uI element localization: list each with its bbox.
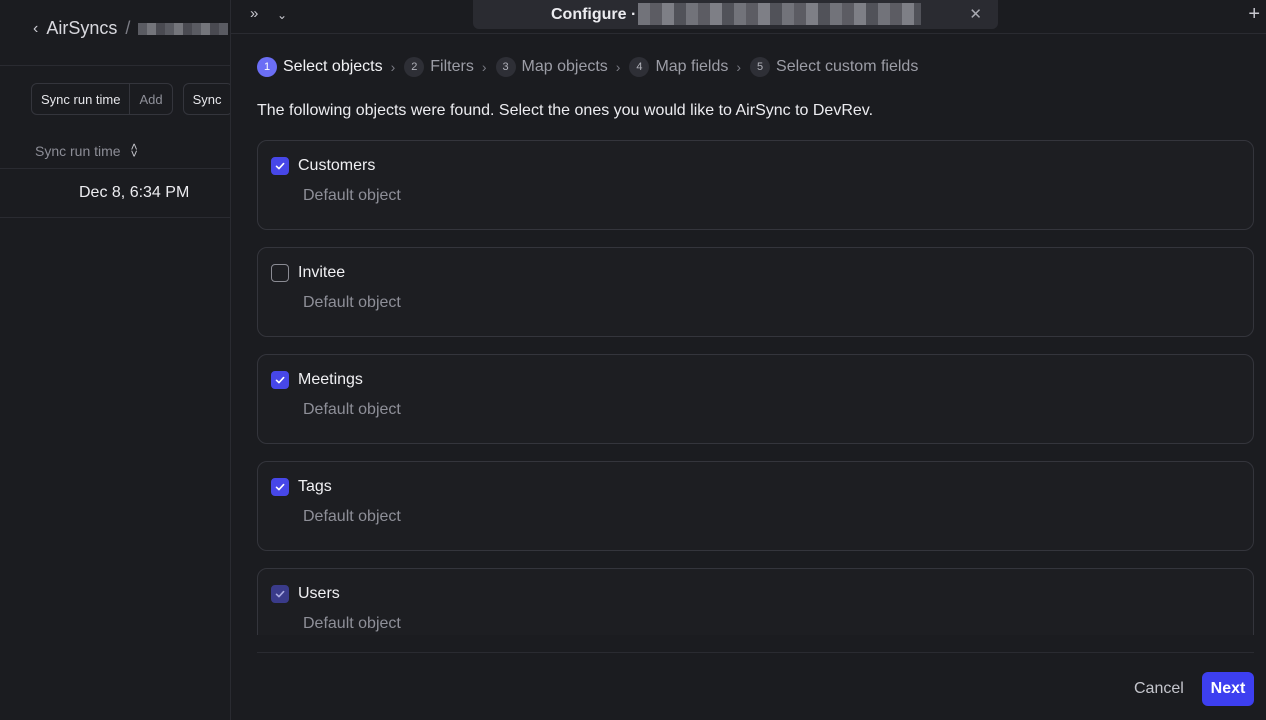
configure-tab[interactable]: Configure · ✕ xyxy=(473,0,998,29)
redacted-title xyxy=(638,3,921,25)
checkbox-customers[interactable] xyxy=(271,157,289,175)
chevron-right-icon: › xyxy=(736,59,742,75)
check-icon xyxy=(275,590,285,598)
object-card-tags[interactable]: Tags Default object xyxy=(257,461,1254,551)
divider xyxy=(0,168,230,169)
checkbox-meetings[interactable] xyxy=(271,371,289,389)
object-name: Users xyxy=(298,585,340,602)
breadcrumb: ‹ AirSyncs / xyxy=(33,18,229,39)
filter-key: Sync run time xyxy=(32,84,131,114)
chevron-right-icon: › xyxy=(481,59,487,75)
filter-key: Sync xyxy=(184,84,230,114)
intro-text: The following objects were found. Select… xyxy=(257,102,874,119)
divider xyxy=(0,217,230,218)
check-icon xyxy=(275,162,285,170)
step-map-fields[interactable]: 4 Map fields xyxy=(629,57,728,77)
table-cell-sync-run-time[interactable]: Dec 8, 6:34 PM xyxy=(79,184,189,202)
column-header-label: Sync run time xyxy=(35,143,121,159)
redacted-name xyxy=(138,22,229,35)
object-subtitle: Default object xyxy=(303,508,401,525)
close-icon[interactable]: ✕ xyxy=(969,5,982,23)
wizard-stepper: 1 Select objects › 2 Filters › 3 Map obj… xyxy=(257,57,918,77)
checkbox-tags[interactable] xyxy=(271,478,289,496)
airsyncs-background-pane: ‹ AirSyncs / Sync run time Add Sync Sync… xyxy=(0,0,231,720)
modal-topbar: » ⌄ Configure · ✕ + xyxy=(231,0,1266,34)
object-name: Customers xyxy=(298,157,376,174)
step-number: 5 xyxy=(750,57,771,77)
chevron-left-icon[interactable]: ‹ xyxy=(33,20,38,38)
footer-divider xyxy=(257,652,1254,653)
object-card-customers[interactable]: Customers Default object xyxy=(257,140,1254,230)
step-label: Map fields xyxy=(655,58,729,75)
chevron-down-icon[interactable]: ⌄ xyxy=(277,8,287,22)
object-subtitle: Default object xyxy=(303,401,401,418)
filter-chip-sync[interactable]: Sync xyxy=(182,83,230,115)
divider xyxy=(0,65,230,66)
filter-bar: Sync run time Add Sync xyxy=(31,83,230,115)
step-number: 4 xyxy=(629,57,650,77)
step-number: 2 xyxy=(404,57,425,77)
object-subtitle: Default object xyxy=(303,294,401,311)
tab-title: Configure · xyxy=(551,6,637,23)
step-label: Select objects xyxy=(283,58,383,75)
step-number: 3 xyxy=(495,57,516,77)
step-number: 1 xyxy=(257,57,277,77)
step-label: Map objects xyxy=(521,58,608,75)
step-label: Select custom fields xyxy=(776,58,919,75)
breadcrumb-separator: / xyxy=(125,18,131,38)
step-select-objects[interactable]: 1 Select objects xyxy=(257,57,383,77)
object-card-invitee[interactable]: Invitee Default object xyxy=(257,247,1254,337)
check-icon xyxy=(275,483,285,491)
check-icon xyxy=(275,376,285,384)
step-label: Filters xyxy=(430,58,474,75)
next-button[interactable]: Next xyxy=(1202,672,1254,706)
filter-chip-sync-run-time[interactable]: Sync run time Add xyxy=(31,83,173,115)
double-chevron-right-icon[interactable]: » xyxy=(250,5,258,22)
column-header-sync-run-time[interactable]: Sync run time ˄ ˅ xyxy=(35,141,138,160)
object-card-users[interactable]: Users Default object xyxy=(257,568,1254,635)
object-name: Meetings xyxy=(298,371,363,388)
chevron-right-icon: › xyxy=(615,59,621,75)
object-list[interactable]: Customers Default object Invitee Default… xyxy=(257,140,1254,635)
object-subtitle: Default object xyxy=(303,187,401,204)
object-name: Tags xyxy=(298,478,332,495)
step-filters[interactable]: 2 Filters xyxy=(404,57,474,77)
step-select-custom-fields[interactable]: 5 Select custom fields xyxy=(750,57,918,77)
checkbox-invitee[interactable] xyxy=(271,264,289,282)
cancel-button[interactable]: Cancel xyxy=(1124,672,1194,706)
object-card-meetings[interactable]: Meetings Default object xyxy=(257,354,1254,444)
step-map-objects[interactable]: 3 Map objects xyxy=(495,57,608,77)
filter-add[interactable]: Add xyxy=(130,84,171,114)
chevron-right-icon: › xyxy=(390,59,396,75)
plus-icon[interactable]: + xyxy=(1248,3,1260,26)
breadcrumb-root[interactable]: AirSyncs xyxy=(46,18,117,39)
sort-updown-icon[interactable]: ˄ ˅ xyxy=(131,141,138,160)
checkbox-users xyxy=(271,585,289,603)
object-subtitle: Default object xyxy=(303,615,401,632)
object-name: Invitee xyxy=(298,264,346,281)
